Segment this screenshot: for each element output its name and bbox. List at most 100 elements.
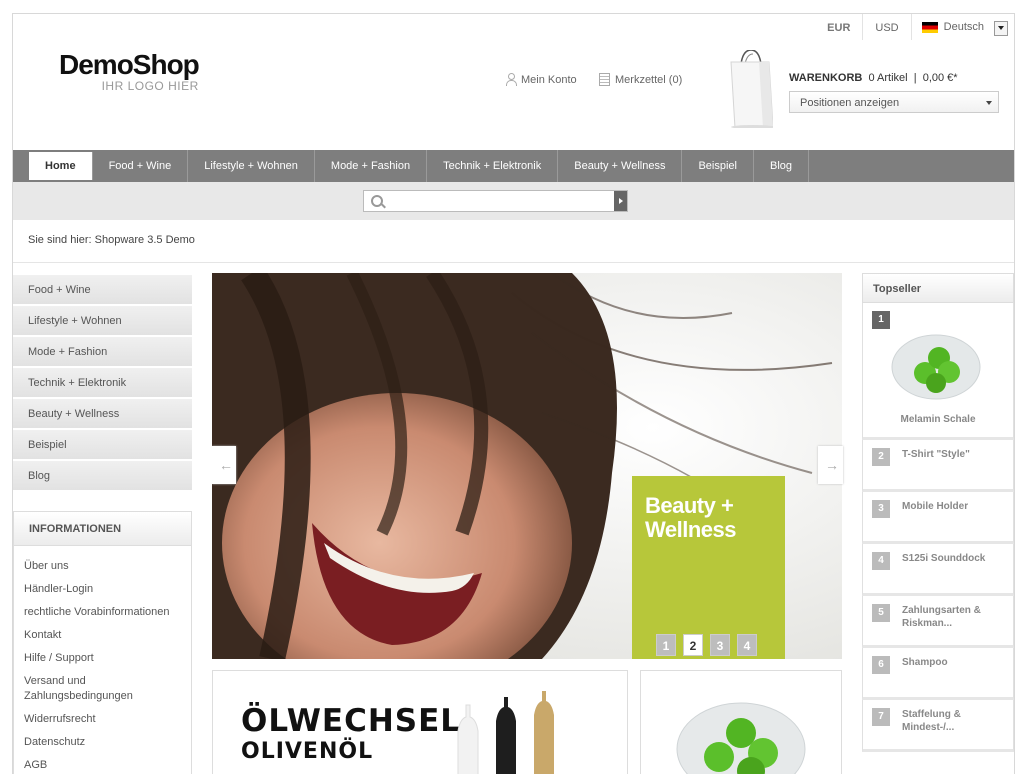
currency-eur[interactable]: EUR: [815, 14, 862, 40]
promo-title: Beauty + Wellness: [645, 494, 736, 542]
sidebar-item-mode-fashion[interactable]: Mode + Fashion: [13, 337, 192, 368]
divider: [13, 262, 1014, 263]
bowl-image: [676, 702, 806, 774]
slider-page-4[interactable]: 4: [737, 634, 757, 656]
nav-item-blog[interactable]: Blog: [754, 150, 810, 182]
topseller-item[interactable]: 1 Melamin Schale: [862, 303, 1014, 440]
info-link-widerrufsrecht[interactable]: Widerrufsrecht: [24, 712, 191, 727]
information-box: INFORMATIONEN Über uns Händler-Login rec…: [13, 511, 192, 774]
search-icon: [371, 195, 383, 207]
promo-box[interactable]: Beauty + Wellness 1 2 3 4: [632, 476, 785, 659]
hero-slider[interactable]: ← Beauty + Wellness 1 2 3 4: [212, 273, 842, 659]
nav-item-beispiel[interactable]: Beispiel: [682, 150, 754, 182]
sidebar-item-blog[interactable]: Blog: [13, 461, 192, 492]
my-account-link[interactable]: Mein Konto: [505, 73, 577, 86]
cart-count: 0 Artikel: [868, 72, 908, 84]
arrow-right-icon: →: [825, 457, 839, 473]
cart-positions-select[interactable]: Positionen anzeigen: [789, 91, 999, 113]
slider-page-2[interactable]: 2: [683, 634, 703, 656]
main-navigation: Home Food + Wine Lifestyle + Wohnen Mode…: [13, 150, 1014, 182]
topseller-rank: 1: [872, 311, 890, 329]
my-account-label: Mein Konto: [521, 73, 577, 86]
info-link-kontakt[interactable]: Kontakt: [24, 628, 191, 643]
sidebar-categories: Food + Wine Lifestyle + Wohnen Mode + Fa…: [13, 275, 192, 492]
banner-subline: OLIVENÖL: [241, 739, 374, 764]
nav-item-home[interactable]: Home: [29, 152, 93, 180]
cart-total: 0,00 €*: [922, 72, 958, 84]
bottles-image: [457, 691, 554, 774]
sidebar-item-lifestyle-wohnen[interactable]: Lifestyle + Wohnen: [13, 306, 192, 337]
cart-separator: |: [913, 72, 917, 84]
user-icon: [505, 73, 517, 86]
slider-page-1[interactable]: 1: [656, 634, 676, 656]
slider-prev-button[interactable]: ←: [212, 446, 236, 484]
topseller-box: Topseller 1 Melamin Schale 2 T-Shirt "St…: [862, 273, 1014, 774]
top-bar: EUR USD Deutsch: [815, 14, 1014, 40]
shop-page: EUR USD Deutsch DemoShop IHR LOGO HIER M…: [12, 13, 1015, 774]
topseller-item[interactable]: 6 Shampoo: [862, 648, 1014, 700]
logo-subtext: IHR LOGO HIER: [101, 79, 199, 93]
info-link-haendler-login[interactable]: Händler-Login: [24, 582, 191, 597]
topseller-name: Shampoo: [902, 657, 948, 668]
topseller-name: Mobile Holder: [902, 501, 969, 512]
nav-item-food-wine[interactable]: Food + Wine: [93, 150, 189, 182]
info-link-datenschutz[interactable]: Datenschutz: [24, 735, 191, 750]
topseller-rank: 6: [872, 656, 890, 674]
info-link-ueber-uns[interactable]: Über uns: [24, 559, 191, 574]
slider-pagination: 1 2 3 4: [656, 634, 764, 656]
sidebar-item-beauty-wellness[interactable]: Beauty + Wellness: [13, 399, 192, 430]
promo-title-line1: Beauty +: [645, 493, 734, 518]
topseller-rank: 7: [872, 708, 890, 726]
info-link-hilfe-support[interactable]: Hilfe / Support: [24, 651, 191, 666]
cart-select-label: Positionen anzeigen: [800, 97, 900, 109]
topseller-item[interactable]: 4 S125i Sounddock: [862, 544, 1014, 596]
sidebar-item-food-wine[interactable]: Food + Wine: [13, 275, 192, 306]
wishlist-label: Merkzettel (0): [615, 73, 683, 86]
shop-logo[interactable]: DemoShop IHR LOGO HIER: [59, 49, 200, 93]
topseller-rank: 2: [872, 448, 890, 466]
sidebar-item-beispiel[interactable]: Beispiel: [13, 430, 192, 461]
slider-page-3[interactable]: 3: [710, 634, 730, 656]
oil-banner[interactable]: ÖLWECHSEL OLIVENÖL: [212, 670, 628, 774]
cart-summary[interactable]: WARENKORB 0 Artikel | 0,00 €*: [789, 72, 958, 84]
cart-title: WARENKORB: [789, 72, 863, 84]
topseller-rank: 5: [872, 604, 890, 622]
german-flag-icon: [921, 22, 938, 33]
search-bar: [13, 182, 1014, 220]
logo-text: DemoShop: [59, 49, 200, 80]
information-title: INFORMATIONEN: [14, 512, 191, 546]
wishlist-link[interactable]: Merkzettel (0): [599, 73, 682, 86]
banner-headline: ÖLWECHSEL: [241, 703, 462, 739]
slider-next-button[interactable]: →: [818, 446, 843, 484]
wishlist-icon: [599, 73, 610, 86]
chevron-down-icon[interactable]: [994, 21, 1008, 36]
topseller-name: T-Shirt "Style": [902, 449, 970, 460]
sidebar-item-technik-elektronik[interactable]: Technik + Elektronik: [13, 368, 192, 399]
product-image: [891, 334, 981, 400]
shopping-bag-icon[interactable]: [729, 50, 773, 128]
topseller-item[interactable]: 5 Zahlungsarten & Riskman...: [862, 596, 1014, 648]
search-submit-button[interactable]: [614, 191, 627, 211]
info-link-agb[interactable]: AGB: [24, 758, 191, 773]
currency-usd[interactable]: USD: [862, 14, 910, 40]
promo-title-line2: Wellness: [645, 517, 736, 542]
arrow-left-icon: ←: [219, 457, 233, 473]
search-input[interactable]: [363, 190, 628, 212]
topseller-rank: 3: [872, 500, 890, 518]
nav-item-mode-fashion[interactable]: Mode + Fashion: [315, 150, 428, 182]
topseller-item[interactable]: 3 Mobile Holder: [862, 492, 1014, 544]
nav-item-lifestyle-wohnen[interactable]: Lifestyle + Wohnen: [188, 150, 315, 182]
information-links: Über uns Händler-Login rechtliche Vorabi…: [14, 546, 191, 773]
language-label: Deutsch: [943, 21, 984, 33]
topseller-rank: 4: [872, 552, 890, 570]
nav-item-technik-elektronik[interactable]: Technik + Elektronik: [427, 150, 559, 182]
info-link-vorabinformationen[interactable]: rechtliche Vorabinformationen: [24, 605, 191, 620]
breadcrumb: Sie sind hier: Shopware 3.5 Demo: [28, 234, 195, 246]
info-link-versand[interactable]: Versand und Zahlungsbedingungen: [24, 674, 154, 704]
topseller-name: S125i Sounddock: [902, 553, 986, 564]
topseller-item[interactable]: 7 Staffelung & Mindest-/...: [862, 700, 1014, 752]
language-selector[interactable]: Deutsch: [910, 14, 1014, 40]
nav-item-beauty-wellness[interactable]: Beauty + Wellness: [558, 150, 683, 182]
bowl-banner[interactable]: [640, 670, 842, 774]
topseller-item[interactable]: 2 T-Shirt "Style": [862, 440, 1014, 492]
